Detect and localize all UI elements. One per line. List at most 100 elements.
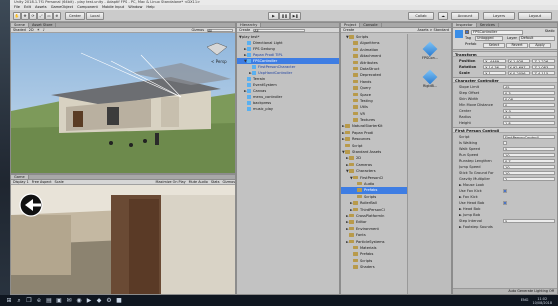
collab-button[interactable]: Collab bbox=[408, 12, 434, 20]
rotation-z-field[interactable]: Z 1.083 bbox=[532, 64, 556, 70]
audio-icon[interactable]: ♪ bbox=[43, 28, 45, 32]
asset-fpscontroller[interactable]: FPSCon... bbox=[420, 41, 440, 60]
property-value-field[interactable]: 0.08 bbox=[503, 96, 555, 102]
taskbar-search-icon[interactable]: ⌕ bbox=[14, 295, 24, 306]
scale-y-field[interactable]: Y 0.2056 bbox=[507, 70, 531, 76]
pivot-center-toggle[interactable]: Center bbox=[65, 12, 85, 20]
static-toggle[interactable]: Static bbox=[545, 29, 555, 34]
display-dropdown[interactable]: Display 1 bbox=[13, 180, 29, 184]
property-value-field[interactable]: 45 bbox=[503, 84, 555, 90]
taskbar-app-icon[interactable]: ■ bbox=[114, 295, 124, 306]
scene-viewport[interactable]: < Persp bbox=[11, 33, 235, 173]
position-z-field[interactable]: Z 1.226 bbox=[532, 58, 556, 64]
project-breadcrumb[interactable]: Assets > Standard bbox=[418, 28, 449, 32]
object-name-field[interactable]: FPSController bbox=[471, 29, 523, 35]
taskbar-unity-icon[interactable]: ◆ bbox=[94, 295, 104, 306]
taskbar-clock[interactable]: 11:02 10/08/2018 bbox=[532, 297, 558, 305]
tab-hierarchy[interactable]: Hierarchy bbox=[237, 23, 262, 27]
prefab-apply-button[interactable]: Apply bbox=[529, 42, 551, 48]
maximize-on-play-toggle[interactable]: Maximize On Play bbox=[156, 180, 186, 184]
tray-language[interactable]: ENG bbox=[521, 298, 533, 303]
taskbar-mail-icon[interactable]: ✉ bbox=[64, 295, 74, 306]
hierarchy-item[interactable]: music_play bbox=[237, 106, 339, 112]
aspect-dropdown[interactable]: Free Aspect bbox=[32, 180, 52, 184]
tab-services[interactable]: Services bbox=[477, 23, 499, 27]
property-checkbox[interactable] bbox=[503, 200, 507, 205]
property-value-field[interactable]: 0.3 bbox=[503, 90, 555, 96]
property-value-field[interactable]: 10 bbox=[503, 164, 555, 170]
transform-tool-button[interactable]: ⊕ bbox=[53, 12, 61, 20]
shading-mode-dropdown[interactable]: Shaded bbox=[13, 28, 26, 32]
2d-toggle[interactable]: 2D bbox=[29, 28, 34, 32]
scale-z-field[interactable]: Z 4.115 bbox=[532, 70, 556, 76]
asset-rigidbody[interactable]: RigidB... bbox=[420, 69, 440, 88]
taskbar-store-icon[interactable]: ▣ bbox=[54, 295, 64, 306]
property-label[interactable]: ► Footstep Sounds bbox=[459, 224, 503, 230]
transform-component-header[interactable]: Transform bbox=[453, 51, 557, 57]
scale-tool-button[interactable]: ⤢ bbox=[37, 12, 45, 20]
taskbar-chrome-icon[interactable]: ◉ bbox=[74, 295, 84, 306]
taskbar-windows-icon[interactable]: ⊞ bbox=[4, 295, 14, 306]
gizmos-dropdown[interactable]: Gizmos bbox=[192, 28, 205, 32]
active-checkbox[interactable] bbox=[465, 30, 469, 34]
scale-x-field[interactable]: X 1 bbox=[483, 70, 506, 76]
hand-tool-button[interactable]: ✋ bbox=[13, 12, 21, 20]
tab-scene[interactable]: Scene bbox=[11, 23, 29, 27]
property-value-field[interactable]: 10 bbox=[503, 170, 555, 176]
prefab-revert-button[interactable]: Revert bbox=[506, 42, 528, 48]
rect-tool-button[interactable]: ▭ bbox=[45, 12, 53, 20]
tab-asset-store[interactable]: Asset Store bbox=[29, 23, 57, 27]
mute-audio-toggle[interactable]: Mute Audio bbox=[189, 180, 208, 184]
property-value-field[interactable]: 10 bbox=[503, 152, 555, 158]
taskbar-media-icon[interactable]: ▶ bbox=[84, 295, 94, 306]
character-controller-header[interactable]: Character Controller bbox=[453, 77, 557, 83]
game-gizmos-dropdown[interactable]: Gizmos bbox=[223, 180, 236, 184]
tab-project[interactable]: Project bbox=[341, 23, 361, 27]
taskbar-edge-icon[interactable]: e bbox=[34, 295, 44, 306]
rotation-y-field[interactable]: Y 92.697 bbox=[507, 64, 531, 70]
taskbar-settings-icon[interactable]: ⚙ bbox=[104, 295, 114, 306]
layer-dropdown[interactable]: Default bbox=[519, 36, 555, 41]
property-value-field[interactable]: 5 bbox=[503, 146, 555, 152]
account-dropdown[interactable]: Account bbox=[451, 12, 479, 20]
property-value-field[interactable]: 2 bbox=[503, 176, 555, 182]
fps-controller-header[interactable]: First Person Controll bbox=[453, 127, 557, 133]
property-value-field[interactable]: 1.8 bbox=[503, 120, 555, 126]
project-folder-item[interactable]: Shaders bbox=[341, 264, 407, 270]
tab-game[interactable]: Game bbox=[11, 175, 29, 179]
property-checkbox[interactable] bbox=[503, 188, 507, 193]
lighting-icon[interactable]: ☀ bbox=[37, 28, 40, 32]
pause-button[interactable]: ❚❚ bbox=[279, 12, 290, 20]
tab-inspector[interactable]: Inspector bbox=[453, 23, 477, 27]
game-viewport[interactable] bbox=[11, 185, 235, 294]
property-value-field[interactable]: X 0 bbox=[503, 108, 555, 114]
property-value-field[interactable]: FirstPersonControll bbox=[503, 134, 555, 140]
move-tool-button[interactable]: ✥ bbox=[21, 12, 29, 20]
property-value-field[interactable]: 0.5 bbox=[503, 114, 555, 120]
layout-dropdown[interactable]: Layout bbox=[518, 12, 552, 20]
project-create-dropdown[interactable]: Create bbox=[343, 28, 354, 32]
property-value-field[interactable]: 5 bbox=[503, 218, 555, 224]
tab-console[interactable]: Console bbox=[360, 23, 382, 27]
property-value-field[interactable]: 0 bbox=[503, 102, 555, 108]
scale-slider[interactable]: Scale bbox=[55, 180, 64, 184]
taskbar-task-view-icon[interactable]: ❐ bbox=[24, 295, 34, 306]
taskbar-explorer-icon[interactable]: ▤ bbox=[44, 295, 54, 306]
hierarchy-search-input[interactable]: All bbox=[253, 28, 306, 32]
hierarchy-create-dropdown[interactable]: Create bbox=[239, 28, 250, 32]
cloud-icon[interactable]: ☁ bbox=[438, 12, 448, 20]
position-x-field[interactable]: X -4469 bbox=[483, 58, 506, 64]
property-value-field[interactable]: 0.7 bbox=[503, 158, 555, 164]
property-checkbox[interactable] bbox=[503, 140, 507, 145]
prefab-select-button[interactable]: Select bbox=[483, 42, 505, 48]
play-button[interactable]: ▶ bbox=[268, 12, 279, 20]
step-button[interactable]: ▶❚ bbox=[290, 12, 301, 20]
tag-dropdown[interactable]: Untagged bbox=[475, 36, 503, 41]
stats-toggle[interactable]: Stats bbox=[211, 180, 220, 184]
rotate-tool-button[interactable]: ⟳ bbox=[29, 12, 37, 20]
rotation-x-field[interactable]: X 14.36 bbox=[483, 64, 506, 70]
scene-search-input[interactable]: All bbox=[207, 28, 233, 32]
space-local-toggle[interactable]: Local bbox=[86, 12, 104, 20]
position-y-field[interactable]: Y 1.928 bbox=[507, 58, 531, 64]
layers-dropdown[interactable]: Layers bbox=[483, 12, 515, 20]
